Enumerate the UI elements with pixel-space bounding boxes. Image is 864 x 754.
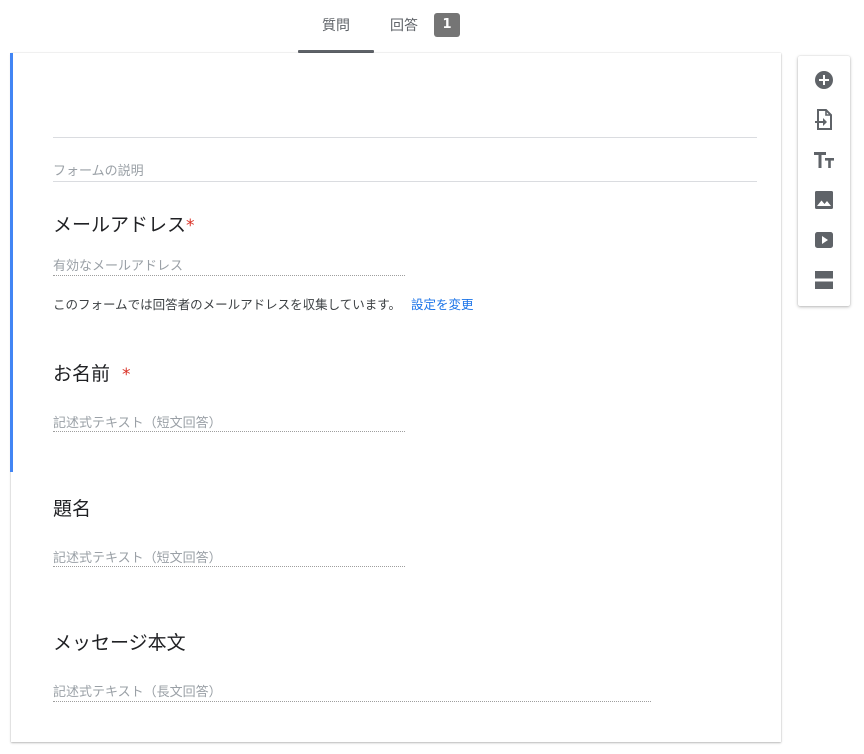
- add-question-icon: [814, 70, 834, 90]
- tab-responses-label: 回答: [390, 18, 418, 34]
- add-image-icon: [814, 190, 834, 210]
- add-image-button[interactable]: [812, 188, 836, 212]
- form-description-input[interactable]: フォームの説明: [53, 160, 144, 179]
- message-answer-input[interactable]: 記述式テキスト（長文回答）: [53, 681, 222, 700]
- active-section-indicator: [10, 53, 13, 472]
- change-settings-link[interactable]: 設定を変更: [411, 297, 474, 312]
- add-title-icon: [813, 151, 835, 169]
- tab-questions-label: 質問: [322, 18, 350, 34]
- name-question-label: お名前: [53, 363, 111, 385]
- tab-questions[interactable]: 質問: [298, 0, 374, 53]
- tab-bar: 質問 回答 1: [0, 0, 864, 53]
- form-card: フォームの説明 メールアドレス* 有効なメールアドレス このフォームでは回答者の…: [10, 53, 781, 742]
- add-section-button[interactable]: [812, 268, 836, 292]
- add-section-icon: [814, 270, 834, 290]
- responses-count-badge: 1: [434, 13, 460, 37]
- add-video-icon: [814, 231, 834, 249]
- email-question-title: メールアドレス*: [53, 210, 195, 237]
- email-question-label: メールアドレス: [53, 214, 187, 236]
- email-input-underline: [53, 275, 405, 276]
- email-input[interactable]: 有効なメールアドレス: [53, 255, 183, 274]
- name-answer-input[interactable]: 記述式テキスト（短文回答）: [53, 412, 222, 431]
- add-question-button[interactable]: [812, 68, 836, 92]
- subject-answer-underline: [53, 566, 405, 567]
- subject-question-title: 題名: [53, 498, 92, 520]
- name-answer-underline: [53, 431, 405, 432]
- add-video-button[interactable]: [812, 228, 836, 252]
- email-collection-notice-text: このフォームでは回答者のメールアドレスを収集しています。: [53, 297, 402, 312]
- message-question-title: メッセージ本文: [53, 632, 186, 654]
- required-asterisk: *: [186, 216, 195, 236]
- import-questions-button[interactable]: [812, 108, 836, 132]
- message-answer-underline: [53, 701, 651, 702]
- name-question-title: お名前 *: [53, 359, 131, 386]
- email-collection-notice: このフォームでは回答者のメールアドレスを収集しています。 設定を変更: [53, 294, 474, 313]
- required-asterisk: *: [122, 365, 131, 385]
- tab-responses[interactable]: 回答 1: [390, 0, 480, 53]
- form-title-field[interactable]: [53, 137, 757, 138]
- subject-answer-input[interactable]: 記述式テキスト（短文回答）: [53, 547, 222, 566]
- form-description-underline: [53, 181, 757, 182]
- import-questions-icon: [814, 109, 834, 131]
- add-title-button[interactable]: [812, 148, 836, 172]
- form-toolbar: [798, 56, 850, 306]
